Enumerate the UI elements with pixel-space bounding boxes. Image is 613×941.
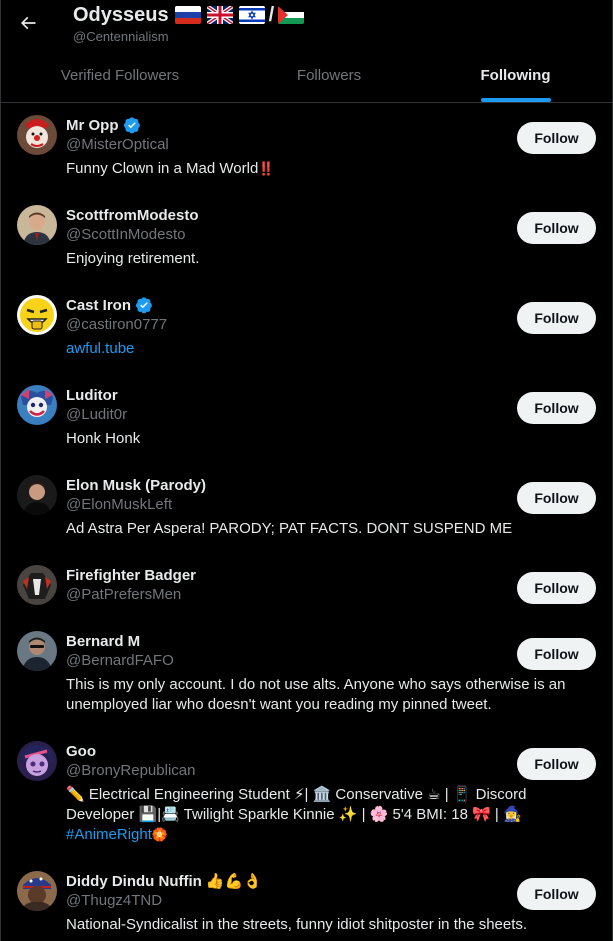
avatar[interactable] bbox=[17, 871, 57, 911]
list-item[interactable]: Diddy Dindu Nuffin 👍💪👌 @Thugz4TND Nation… bbox=[1, 859, 612, 941]
follow-button[interactable]: Follow bbox=[517, 302, 596, 334]
avatar[interactable] bbox=[17, 205, 57, 245]
user-name[interactable]: Goo bbox=[66, 743, 96, 760]
follow-button[interactable]: Follow bbox=[517, 392, 596, 424]
user-name[interactable]: Cast Iron bbox=[66, 297, 131, 314]
follow-button[interactable]: Follow bbox=[517, 212, 596, 244]
user-handle: @PatPrefersMen bbox=[66, 586, 182, 603]
user-name[interactable]: Luditor bbox=[66, 387, 118, 404]
avatar[interactable] bbox=[17, 385, 57, 425]
user-name[interactable]: ScottfromModesto bbox=[66, 207, 199, 224]
tab-followers[interactable]: Followers bbox=[239, 48, 419, 102]
bio-text: Funny Clown in a Mad World bbox=[66, 160, 259, 177]
tab-label: Followers bbox=[296, 66, 362, 84]
page-title: Odysseus bbox=[73, 3, 169, 26]
follow-button[interactable]: Follow bbox=[517, 748, 596, 780]
user-handle: @Ludit0r bbox=[66, 406, 128, 423]
avatar[interactable] bbox=[17, 565, 57, 605]
user-list: Mr Opp @MisterOptical Funny Clown in a M… bbox=[1, 103, 612, 941]
user-handle: @ScottInModesto bbox=[66, 226, 186, 243]
list-item[interactable]: Bernard M @BernardFAFO This is my only a… bbox=[1, 619, 612, 729]
user-info: ScottfromModesto @ScottInModesto Enjoyin… bbox=[66, 205, 596, 283]
avatar[interactable] bbox=[17, 295, 57, 335]
user-info: Luditor @Ludit0r Honk Honk bbox=[66, 385, 596, 463]
user-bio: This is my only account. I do not use al… bbox=[66, 676, 566, 713]
avatar[interactable] bbox=[17, 475, 57, 515]
user-info: Elon Musk (Parody) @ElonMuskLeft Ad Astr… bbox=[66, 475, 596, 553]
user-bio: Funny Clown in a Mad World‼️ bbox=[66, 159, 486, 179]
avatar[interactable] bbox=[17, 631, 57, 671]
list-item[interactable]: Firefighter Badger @PatPrefersMen Follow bbox=[1, 553, 612, 619]
user-name[interactable]: Diddy Dindu Nuffin bbox=[66, 873, 202, 890]
profile-header: Odysseus / @Centennialism bbox=[1, 0, 612, 48]
user-bio: Honk Honk bbox=[66, 430, 141, 447]
user-bio: National-Syndicalist in the streets, fun… bbox=[66, 916, 528, 933]
tab-label: Following bbox=[480, 66, 551, 84]
active-tab-indicator bbox=[480, 98, 551, 102]
profile-handle: @Centennialism bbox=[73, 29, 169, 44]
user-handle: @MisterOptical bbox=[66, 136, 169, 153]
follow-button[interactable]: Follow bbox=[517, 482, 596, 514]
bio-hashtag-link[interactable]: #AnimeRight bbox=[66, 826, 152, 843]
user-bio: Ad Astra Per Aspera! PARODY; PAT FACTS. … bbox=[66, 520, 513, 537]
user-name[interactable]: Mr Opp bbox=[66, 117, 119, 134]
following-page: Odysseus / @Centennialism Verified Follo… bbox=[0, 0, 613, 941]
list-item[interactable]: Luditor @Ludit0r Honk Honk Follow bbox=[1, 373, 612, 463]
verified-badge-icon bbox=[135, 297, 152, 314]
list-item[interactable]: Mr Opp @MisterOptical Funny Clown in a M… bbox=[1, 103, 612, 193]
user-bio: ✏️ Electrical Engineering Student ⚡| 🏛️ … bbox=[66, 785, 596, 845]
user-info: Diddy Dindu Nuffin 👍💪👌 @Thugz4TND Nation… bbox=[66, 871, 596, 941]
tab-label: Verified Followers bbox=[60, 66, 180, 84]
user-info: Goo @BronyRepublican ✏️ Electrical Engin… bbox=[66, 741, 596, 859]
tab-following[interactable]: Following bbox=[419, 48, 612, 102]
user-info: Mr Opp @MisterOptical Funny Clown in a M… bbox=[66, 115, 596, 193]
follow-button[interactable]: Follow bbox=[517, 638, 596, 670]
follow-tabs: Verified Followers Followers Following bbox=[1, 48, 612, 103]
user-bio: awful.tube bbox=[66, 339, 486, 359]
follow-button[interactable]: Follow bbox=[517, 572, 596, 604]
user-info: Firefighter Badger @PatPrefersMen bbox=[66, 565, 596, 619]
list-item[interactable]: Cast Iron @castiron0777 awful.tube Follo… bbox=[1, 283, 612, 373]
back-button[interactable] bbox=[13, 8, 43, 38]
user-name[interactable]: Firefighter Badger bbox=[66, 567, 196, 584]
user-name[interactable]: Bernard M bbox=[66, 633, 140, 650]
bio-text: ✏️ Electrical Engineering Student ⚡| 🏛️ … bbox=[66, 786, 527, 823]
russia-flag-icon bbox=[174, 6, 201, 24]
header-title-block: Odysseus / @Centennialism bbox=[73, 2, 305, 44]
user-info: Cast Iron @castiron0777 awful.tube bbox=[66, 295, 596, 373]
flag-separator: / bbox=[268, 3, 275, 26]
avatar[interactable] bbox=[17, 741, 57, 781]
israel-flag-icon bbox=[238, 6, 265, 24]
uk-flag-icon bbox=[206, 6, 233, 24]
palestine-flag-icon bbox=[278, 6, 305, 24]
user-info: Bernard M @BernardFAFO This is my only a… bbox=[66, 631, 596, 729]
list-item[interactable]: Goo @BronyRepublican ✏️ Electrical Engin… bbox=[1, 729, 612, 859]
follow-button[interactable]: Follow bbox=[517, 878, 596, 910]
user-bio: Enjoying retirement. bbox=[66, 250, 200, 267]
list-item[interactable]: Elon Musk (Parody) @ElonMuskLeft Ad Astr… bbox=[1, 463, 612, 553]
avatar[interactable] bbox=[17, 115, 57, 155]
bio-emoji: ‼️ bbox=[258, 161, 275, 176]
arrow-left-icon bbox=[20, 16, 36, 30]
verified-badge-icon bbox=[123, 117, 140, 134]
bio-link[interactable]: awful.tube bbox=[66, 340, 134, 357]
bio-emoji: 🏵️ bbox=[151, 827, 169, 842]
follow-button[interactable]: Follow bbox=[517, 122, 596, 154]
user-handle: @castiron0777 bbox=[66, 316, 168, 333]
name-emoji: 👍💪👌 bbox=[205, 873, 262, 890]
user-name[interactable]: Elon Musk (Parody) bbox=[66, 477, 206, 494]
list-item[interactable]: ScottfromModesto @ScottInModesto Enjoyin… bbox=[1, 193, 612, 283]
tab-verified-followers[interactable]: Verified Followers bbox=[1, 48, 239, 102]
